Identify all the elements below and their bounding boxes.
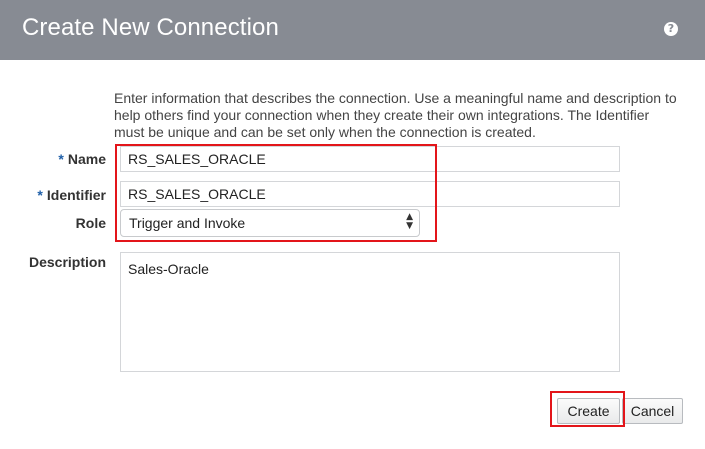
required-marker: * [58,151,64,167]
name-label: * Name [58,151,106,167]
description-textarea[interactable]: Sales-Oracle [120,252,620,372]
role-selected-value: Trigger and Invoke [129,215,246,231]
identifier-input[interactable]: RS_SALES_ORACLE [120,181,620,207]
required-marker: * [37,187,43,203]
dialog-header: Create New Connection ? [0,0,705,60]
name-input[interactable]: RS_SALES_ORACLE [120,146,620,172]
intro-text: Enter information that describes the con… [114,90,677,140]
cancel-button[interactable]: Cancel [622,398,683,424]
role-label: Role [75,215,106,231]
dialog-title: Create New Connection [22,14,279,41]
select-arrows-icon: ▲ ▼ [406,212,413,231]
identifier-label: * Identifier [37,187,106,203]
description-label: Description [28,254,106,270]
create-button[interactable]: Create [557,398,620,424]
role-select[interactable]: Trigger and Invoke ▲ ▼ [120,209,420,237]
help-icon[interactable]: ? [664,22,678,36]
